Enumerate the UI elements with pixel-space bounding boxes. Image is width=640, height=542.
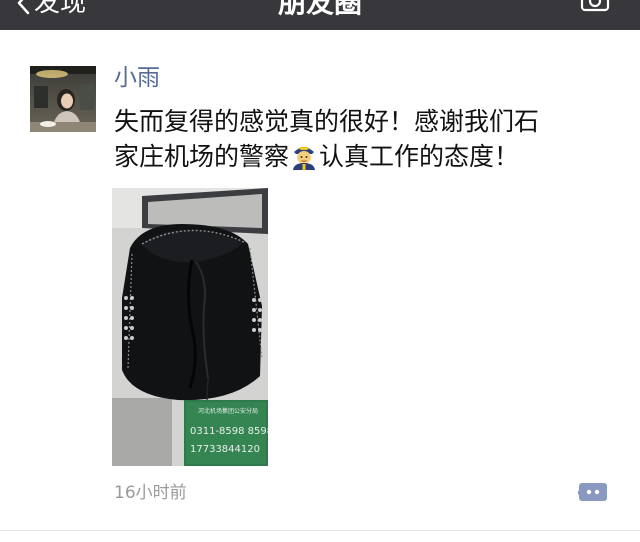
post-photo[interactable]: 河北机场集团公安分局 0311-8598 8598 17733844120 (112, 188, 268, 466)
post-text-line-2b: 认真工作的态度！ (319, 142, 520, 171)
moments-post: 小雨 失而复得的感觉真的很好！感谢我们石 家庄机场的警察 认真工作的态度！ 河北… (0, 30, 640, 530)
post-divider (0, 530, 640, 531)
post-timestamp: 16小时前 (114, 483, 187, 503)
comment-button[interactable] (577, 482, 608, 504)
photo-card-phone-2: 17733844120 (190, 444, 260, 455)
post-text-line-2: 家庄机场的警察 认真工作的态度！ (114, 139, 604, 174)
photo-card-header: 河北机场集团公安分局 (198, 407, 258, 415)
post-text-line-1: 失而复得的感觉真的很好！感谢我们石 (114, 107, 540, 136)
author-name[interactable]: 小雨 (114, 64, 160, 92)
post-text: 失而复得的感觉真的很好！感谢我们石 家庄机场的警察 认真工作的态度！ (114, 104, 604, 174)
photo-card-phone-1: 0311-8598 8598 (190, 426, 268, 437)
post-text-line-2a: 家庄机场的警察 (114, 142, 290, 171)
page-title: 朋友圈 (277, 0, 362, 19)
top-nav-bar: 发现 朋友圈 (0, 0, 640, 30)
comment-bubble-icon (577, 483, 607, 501)
camera-button[interactable] (580, 0, 610, 16)
avatar[interactable] (30, 66, 96, 132)
police-officer-icon (291, 142, 317, 170)
camera-icon (580, 0, 610, 12)
